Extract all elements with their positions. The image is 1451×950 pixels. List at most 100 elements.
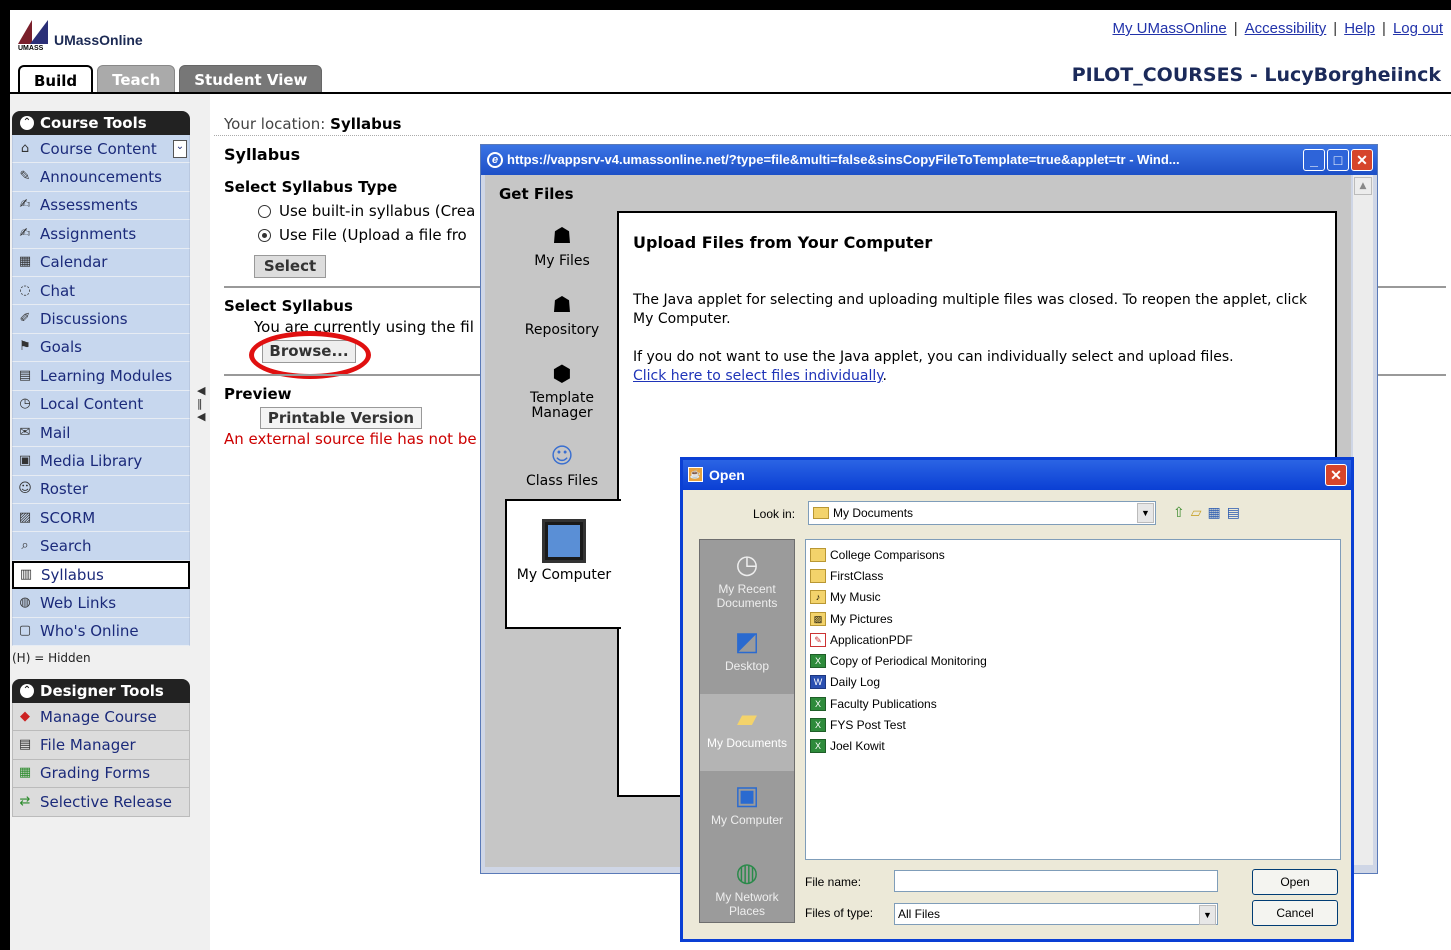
designer-tools-header[interactable]: ⌃ Designer Tools (12, 679, 190, 703)
logo-text: UMassOnline (54, 32, 143, 48)
link-my-umassonline[interactable]: My UMassOnline (1112, 20, 1226, 37)
source-class-files[interactable]: ☺ Class Files (507, 443, 617, 489)
list-item[interactable]: X Joel Kowit (810, 736, 1340, 757)
list-item[interactable]: ▨ My Pictures (810, 608, 1340, 629)
course-tools-menu: ⌂ Course Content ⌄ ✎ Announcements ✍ Assessm… (12, 135, 190, 647)
sidebar-item-web-links[interactable]: ◍ Web Links (12, 589, 190, 618)
radio-builtin-syllabus[interactable]: Use built-in syllabus (Crea (258, 202, 475, 220)
sidebar-item-goals[interactable]: ⚑ Goals (12, 333, 190, 363)
look-in-label: Look in: (753, 507, 796, 521)
get-files-heading: Get Files (499, 185, 574, 203)
sidebar-item-media-library[interactable]: ▣ Media Library (12, 447, 190, 476)
roster-icon: ☺ (18, 481, 32, 497)
megaphone-icon: ✎ (19, 169, 31, 185)
sidebar-item-calendar[interactable]: ▦ Calendar (12, 248, 190, 277)
radio-use-file[interactable]: Use File (Upload a file fro (258, 226, 467, 244)
sidebar-item-whos-online[interactable]: ▢ Who's Online (12, 617, 190, 647)
file-type-select[interactable]: All Files ▼ (894, 903, 1218, 925)
sidebar-item-syllabus[interactable]: ▥ Syllabus (12, 560, 190, 590)
course-tools-header[interactable]: ⌃ Course Tools (12, 111, 190, 135)
place-my-documents[interactable]: ▰ My Documents (700, 694, 794, 771)
collapse-icon: ⌃ (20, 116, 34, 130)
close-button[interactable]: ✕ (1351, 149, 1373, 171)
link-help[interactable]: Help (1344, 20, 1375, 37)
desktop-icon: ◩ (734, 626, 760, 656)
sidebar-item-selective-release[interactable]: ⇄ Selective Release (12, 788, 190, 817)
list-item[interactable]: X Faculty Publications (810, 693, 1340, 714)
place-network[interactable]: ◍ My Network Places (700, 848, 794, 925)
sidebar-item-announcements[interactable]: ✎ Announcements (12, 163, 190, 192)
chat-icon: ◌ (19, 282, 31, 298)
select-files-individually-link[interactable]: Click here to select files individually (633, 368, 883, 384)
tab-student-view[interactable]: Student View (179, 65, 323, 93)
umass-logo[interactable]: UMASS UMassOnline (18, 20, 143, 52)
link-log-out[interactable]: Log out (1393, 20, 1443, 37)
open-dialog-titlebar[interactable]: ☕ Open ✕ (683, 460, 1351, 490)
list-item[interactable]: ✎ ApplicationPDF (810, 629, 1340, 650)
file-name-input[interactable] (894, 870, 1218, 892)
list-item[interactable]: ♪ My Music (810, 587, 1340, 608)
sidebar-item-local-content[interactable]: ◷ Local Content (12, 390, 190, 419)
close-button[interactable]: ✕ (1325, 464, 1347, 486)
list-view-icon[interactable]: ▦ (1208, 504, 1221, 521)
sidebar-item-course-content[interactable]: ⌂ Course Content ⌄ (12, 135, 190, 164)
source-my-files[interactable]: ☗ My Files (507, 223, 617, 269)
sidebar-item-scorm[interactable]: ▨ SCORM (12, 504, 190, 533)
excel-icon: X (810, 696, 826, 711)
source-my-computer[interactable]: My Computer (505, 499, 621, 629)
place-my-computer[interactable]: ▣ My Computer (700, 771, 794, 848)
open-button[interactable]: Open (1252, 869, 1338, 895)
sidebar-item-chat[interactable]: ◌ Chat (12, 276, 190, 306)
pdf-icon: ✎ (810, 632, 826, 647)
source-template-manager[interactable]: ⬢ Template Manager (507, 361, 617, 421)
sidebar-item-assessments[interactable]: ✍ Assessments (12, 191, 190, 221)
documents-folder-icon: ▰ (737, 703, 757, 733)
sidebar-collapse-handle[interactable]: ◀ ‖ ◀ (197, 384, 205, 423)
ie-icon: e (487, 152, 503, 168)
assessment-icon: ✍ (19, 197, 31, 213)
up-folder-icon[interactable]: ⇧ (1173, 504, 1185, 521)
sidebar-item-learning-modules[interactable]: ▤ Learning Modules (12, 362, 190, 391)
house-icon: ⌂ (20, 140, 30, 156)
applet-message: The Java applet for selecting and upload… (633, 292, 1308, 327)
sidebar-item-file-manager[interactable]: ▤ File Manager (12, 731, 190, 760)
look-in-select[interactable]: My Documents ▼ (808, 501, 1156, 525)
cancel-button[interactable]: Cancel (1252, 900, 1338, 926)
scroll-up-icon[interactable]: ▲ (1354, 177, 1372, 195)
sidebar-item-assignments[interactable]: ✍ Assignments (12, 220, 190, 249)
computer-icon: ▣ (734, 780, 760, 810)
toolbar: ⇧ ▱ ▦ ▤ (1173, 504, 1240, 521)
scrollbar[interactable]: ▲ (1353, 175, 1373, 865)
new-folder-icon[interactable]: ▱ (1191, 504, 1202, 521)
syllabus-icon: ▥ (19, 567, 33, 583)
dropdown-arrow-icon[interactable]: ▼ (1199, 905, 1216, 925)
place-recent-documents[interactable]: ◷ My Recent Documents (700, 540, 794, 617)
printable-version-button[interactable]: Printable Version (260, 407, 422, 429)
chevron-down-icon[interactable]: ⌄ (173, 139, 187, 158)
file-list: College Comparisons FirstClass ♪ My Music… (805, 539, 1341, 860)
list-item[interactable]: W Daily Log (810, 672, 1340, 693)
sidebar-item-search[interactable]: ⌕ Search (12, 532, 190, 561)
source-repository[interactable]: ☗ Repository (507, 292, 617, 338)
list-item[interactable]: College Comparisons (810, 544, 1340, 565)
file-type-label: Files of type: (805, 906, 874, 920)
list-item[interactable]: FirstClass (810, 565, 1340, 586)
get-files-titlebar[interactable]: e https://vappsrv-v4.umassonline.net/?ty… (481, 145, 1377, 175)
select-button[interactable]: Select (254, 255, 326, 278)
tab-build[interactable]: Build (18, 65, 94, 93)
link-accessibility[interactable]: Accessibility (1245, 20, 1327, 37)
tab-teach[interactable]: Teach (97, 65, 176, 93)
place-desktop[interactable]: ◩ Desktop (700, 617, 794, 694)
sidebar-item-roster[interactable]: ☺ Roster (12, 475, 190, 505)
dropdown-arrow-icon[interactable]: ▼ (1137, 503, 1154, 523)
list-item[interactable]: X FYS Post Test (810, 714, 1340, 735)
sidebar-item-mail[interactable]: ✉ Mail (12, 418, 190, 448)
minimize-button[interactable]: _ (1303, 149, 1325, 171)
list-item[interactable]: X Copy of Periodical Monitoring (810, 650, 1340, 671)
page-title: Syllabus (224, 145, 301, 164)
sidebar-item-manage-course[interactable]: ◆ Manage Course (12, 703, 190, 732)
sidebar-item-discussions[interactable]: ✐ Discussions (12, 305, 190, 334)
sidebar-item-grading-forms[interactable]: ▦ Grading Forms (12, 759, 190, 789)
maximize-button[interactable]: □ (1327, 149, 1349, 171)
details-view-icon[interactable]: ▤ (1227, 504, 1240, 521)
